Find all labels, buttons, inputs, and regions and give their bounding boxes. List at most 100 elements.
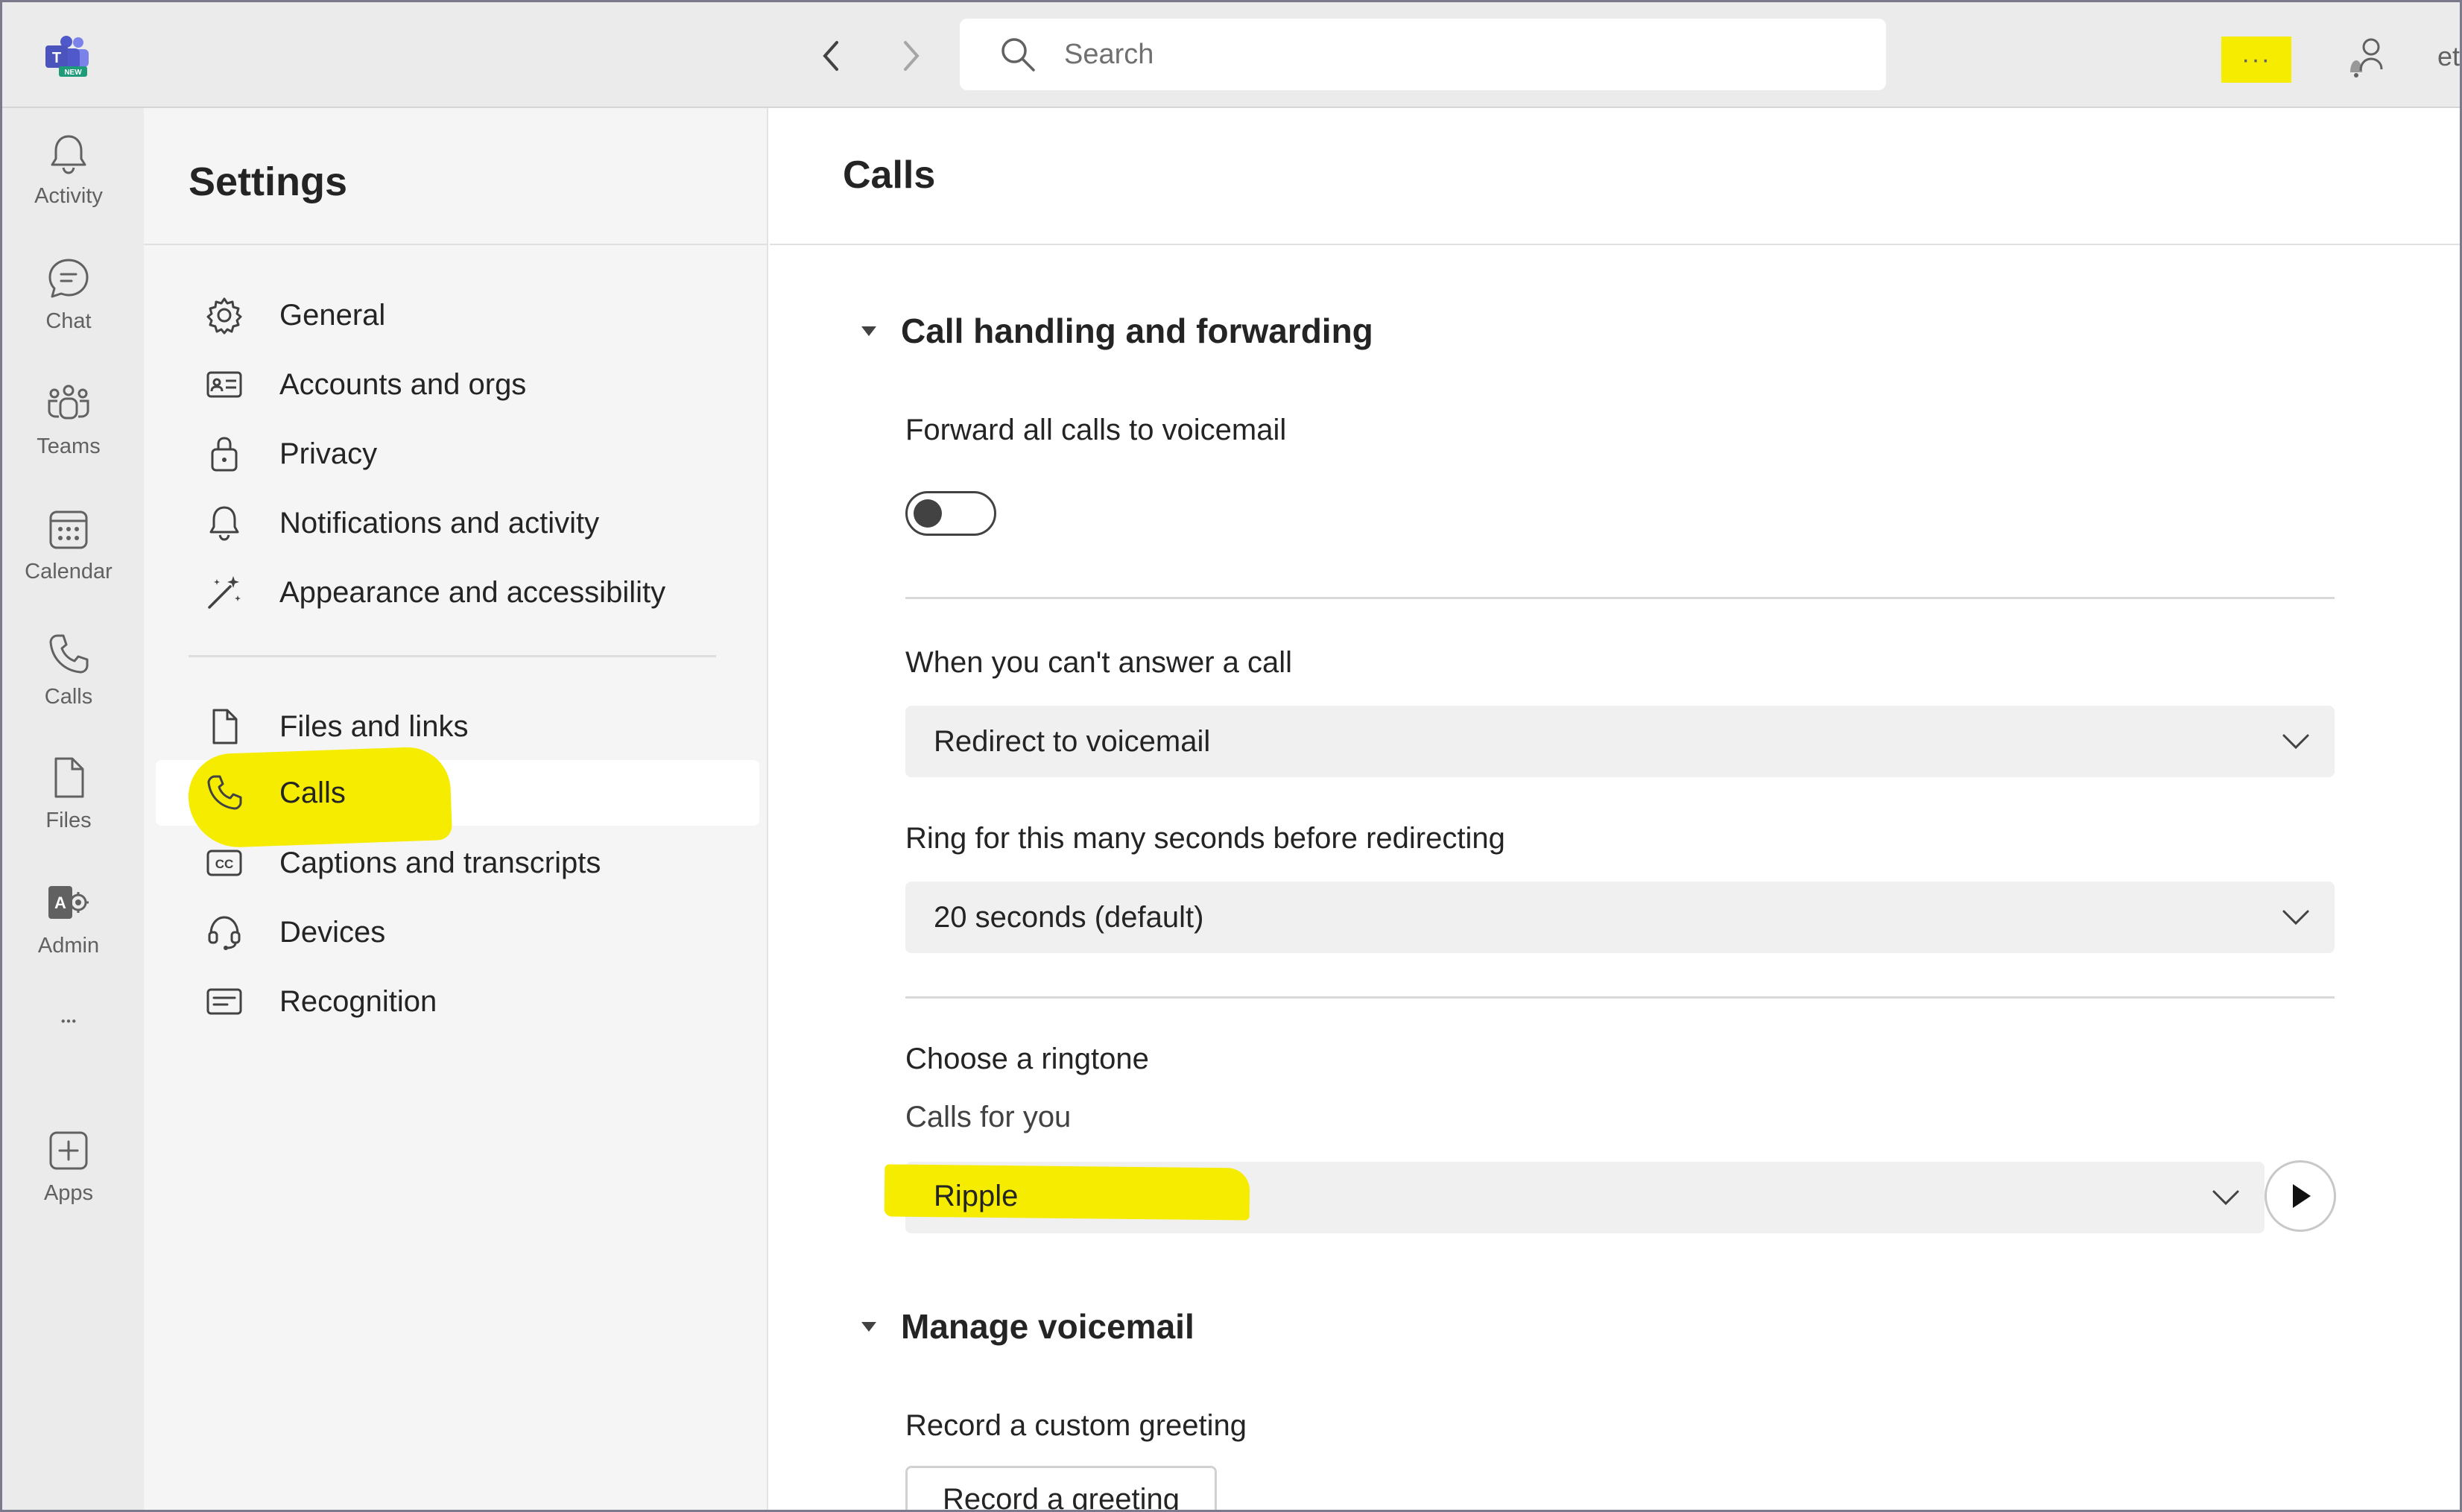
settings-item-calls-content[interactable]: Calls	[156, 760, 759, 826]
id-card-icon	[206, 371, 242, 398]
admin-icon: A	[48, 886, 89, 919]
headset-icon	[208, 916, 241, 950]
divider	[189, 655, 716, 657]
settings-item-captions[interactable]: CC Captions and transcripts	[156, 830, 759, 896]
account-name-truncated[interactable]: et	[2437, 41, 2460, 72]
rail-item-label: Files	[45, 809, 92, 832]
section-call-handling[interactable]: Call handling and forwarding	[859, 311, 1373, 351]
settings-item-label: Files and links	[279, 709, 469, 743]
divider	[905, 996, 2335, 999]
settings-item-appearance[interactable]: Appearance and accessibility	[156, 560, 759, 625]
settings-item-label: Recognition	[279, 984, 437, 1018]
bell-icon	[51, 135, 86, 174]
record-greeting-button[interactable]: Record a greeting	[905, 1466, 1217, 1510]
calls-for-you-label: Calls for you	[905, 1101, 1072, 1133]
forward-all-toggle[interactable]	[905, 491, 996, 536]
phone-icon	[49, 634, 89, 674]
calendar-icon	[49, 510, 88, 549]
rail-item-teams[interactable]: Teams	[2, 381, 135, 459]
settings-item-notifications[interactable]: Notifications and activity	[156, 490, 759, 556]
svg-text:A: A	[54, 893, 66, 912]
caret-down-icon	[861, 1322, 876, 1332]
add-app-icon	[49, 1131, 88, 1170]
more-icon: ···	[2241, 45, 2271, 74]
settings-item-label: Captions and transcripts	[279, 846, 601, 879]
teams-logo-icon: T NEW	[45, 36, 89, 77]
more-icon	[61, 1019, 76, 1023]
rail-item-apps[interactable]: Apps	[2, 1127, 135, 1206]
rail-item-label: Apps	[43, 1181, 94, 1205]
section-title: Manage voicemail	[901, 1307, 1194, 1346]
divider	[905, 597, 2335, 599]
rail-item-calls[interactable]: Calls	[2, 631, 135, 709]
phone-icon	[207, 775, 242, 810]
title-bar: T NEW ··· et	[2, 2, 2460, 108]
rail-item-activity[interactable]: Activity	[2, 130, 135, 209]
section-manage-voicemail[interactable]: Manage voicemail	[859, 1306, 1194, 1347]
cc-icon: CC	[206, 850, 242, 876]
settings-item-label: Privacy	[279, 437, 378, 470]
rail-item-admin[interactable]: A Admin	[2, 880, 135, 958]
chat-icon	[48, 259, 89, 298]
bell-icon	[209, 506, 239, 541]
forward-all-label: Forward all calls to voicemail	[905, 414, 1287, 446]
calls-settings-panel: Calls Call handling and forwarding Forwa…	[770, 108, 2460, 1510]
settings-item-general[interactable]: General	[156, 282, 759, 348]
toggle-knob	[914, 499, 942, 528]
dropdown-value: Redirect to voicemail	[934, 724, 1211, 758]
search-icon	[1001, 38, 1035, 72]
rail-item-label: Calls	[44, 685, 93, 709]
profile-presence-icon[interactable]	[2346, 35, 2390, 80]
svg-text:T: T	[52, 50, 61, 66]
svg-text:CC: CC	[215, 857, 234, 871]
lock-icon	[211, 437, 238, 472]
rail-item-label: Teams	[37, 434, 101, 458]
rail-item-calendar[interactable]: Calendar	[2, 506, 135, 584]
divider	[144, 244, 768, 245]
ringtone-value-text: Ripple	[934, 1180, 1019, 1212]
settings-item-label: General	[279, 298, 386, 332]
gear-icon	[206, 297, 242, 335]
caret-down-icon	[861, 326, 876, 336]
svg-text:NEW: NEW	[64, 69, 82, 77]
back-button[interactable]	[816, 35, 846, 77]
settings-item-label: Calls	[279, 776, 346, 809]
app-window: T NEW ··· et Activity	[0, 0, 2462, 1512]
file-icon	[212, 709, 238, 744]
settings-sidebar: Settings General Accounts and orgs Priva…	[144, 108, 768, 1510]
wand-icon	[208, 576, 241, 609]
rail-item-files[interactable]: Files	[2, 755, 135, 833]
cant-answer-dropdown[interactable]: Redirect to voicemail	[905, 706, 2335, 777]
settings-title: Settings	[189, 159, 348, 204]
chevron-down-icon	[2212, 1190, 2239, 1206]
rail-item-label: Activity	[34, 184, 103, 208]
ring-seconds-dropdown[interactable]: 20 seconds (default)	[905, 882, 2335, 953]
settings-item-label: Accounts and orgs	[279, 367, 527, 401]
rail-item-label: Calendar	[25, 560, 113, 583]
forward-button[interactable]	[896, 35, 926, 77]
chevron-right-icon	[904, 41, 920, 71]
play-ringtone-button[interactable]	[2265, 1160, 2336, 1232]
rail-item-label: Chat	[45, 309, 92, 333]
settings-item-label: Appearance and accessibility	[279, 575, 666, 609]
settings-item-devices[interactable]: Devices	[156, 899, 759, 965]
rail-item-chat[interactable]: Chat	[2, 256, 135, 334]
search-bar[interactable]	[960, 19, 1886, 90]
cant-answer-label: When you can't answer a call	[905, 646, 1293, 679]
record-greeting-label: Record a custom greeting	[905, 1409, 1247, 1442]
dropdown-value: 20 seconds (default)	[934, 900, 1204, 934]
settings-item-recognition[interactable]: Recognition	[156, 969, 759, 1034]
more-options-button[interactable]: ···	[2221, 37, 2291, 83]
ringtone-label: Choose a ringtone	[905, 1043, 1149, 1075]
chevron-down-icon	[2282, 910, 2309, 926]
chevron-left-icon	[823, 41, 838, 71]
play-icon	[2293, 1184, 2311, 1208]
settings-item-privacy[interactable]: Privacy	[156, 421, 759, 487]
section-title: Call handling and forwarding	[901, 311, 1373, 350]
settings-item-accounts[interactable]: Accounts and orgs	[156, 352, 759, 417]
rail-item-more[interactable]	[2, 1016, 135, 1038]
settings-item-files-links[interactable]: Files and links	[156, 694, 759, 759]
ring-seconds-label: Ring for this many seconds before redire…	[905, 822, 1505, 855]
recognition-icon	[206, 988, 242, 1015]
search-input[interactable]	[1064, 38, 1809, 71]
